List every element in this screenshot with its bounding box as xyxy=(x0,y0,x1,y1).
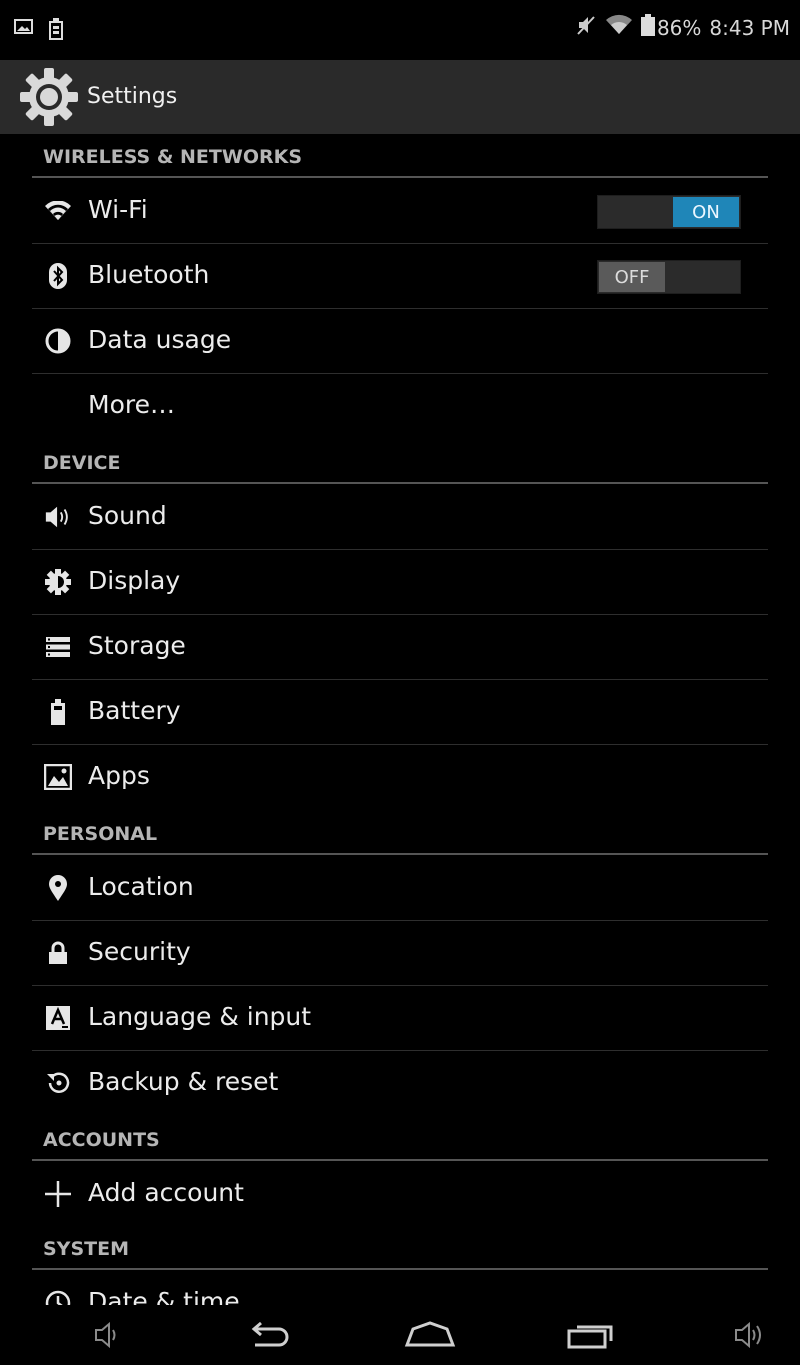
lock-icon xyxy=(44,939,72,967)
navigation-bar xyxy=(0,1305,800,1365)
settings-item-apps[interactable]: Apps xyxy=(32,744,768,809)
battery-status-icon xyxy=(640,14,655,41)
settings-item-label: Battery xyxy=(88,696,181,725)
settings-item-display[interactable]: Display xyxy=(32,549,768,615)
settings-item-security[interactable]: Security xyxy=(32,920,768,986)
mute-icon xyxy=(575,14,597,41)
settings-item-label: Security xyxy=(88,937,191,966)
apps-icon xyxy=(44,763,72,791)
settings-item-label: Location xyxy=(88,872,194,901)
settings-item-battery[interactable]: Battery xyxy=(32,679,768,745)
section-header-system: SYSTEM xyxy=(32,1226,768,1270)
settings-item-add-account[interactable]: Add account xyxy=(32,1161,768,1226)
recent-apps-icon[interactable] xyxy=(565,1315,617,1359)
settings-item-label: Sound xyxy=(88,501,167,530)
settings-item-label: Wi-Fi xyxy=(88,195,148,224)
section-header-personal: PERSONAL xyxy=(32,811,768,855)
plus-icon xyxy=(44,1180,72,1208)
settings-list[interactable]: WIRELESS & NETWORKS Wi-Fi ON Bluetooth O… xyxy=(0,134,800,1305)
settings-item-wifi[interactable]: Wi-Fi ON xyxy=(32,178,768,244)
usb-storage-notification-icon xyxy=(48,18,64,44)
bluetooth-icon xyxy=(44,262,72,290)
language-icon xyxy=(44,1004,72,1032)
battery-icon xyxy=(44,698,72,726)
section-header-accounts: ACCOUNTS xyxy=(32,1117,768,1161)
settings-item-label: Apps xyxy=(88,761,150,790)
status-bar: 86% 8:43 PM xyxy=(0,0,800,60)
settings-item-sound[interactable]: Sound xyxy=(32,484,768,550)
settings-item-label: More… xyxy=(88,390,175,419)
settings-item-backup-reset[interactable]: Backup & reset xyxy=(32,1050,768,1115)
gallery-notification-icon xyxy=(14,18,34,44)
section-header-wireless: WIRELESS & NETWORKS xyxy=(32,134,768,178)
speaker-icon xyxy=(44,503,72,531)
clock-icon xyxy=(44,1289,72,1305)
backup-icon xyxy=(44,1069,72,1097)
settings-item-label: Date & time xyxy=(88,1287,240,1305)
brightness-icon xyxy=(44,568,72,596)
settings-item-label: Language & input xyxy=(88,1002,312,1031)
location-pin-icon xyxy=(44,874,72,902)
settings-item-label: Data usage xyxy=(88,325,232,354)
settings-item-location[interactable]: Location xyxy=(32,855,768,921)
wifi-icon xyxy=(44,197,72,225)
toggle-state: OFF xyxy=(599,262,665,292)
wifi-toggle[interactable]: ON xyxy=(597,195,741,229)
volume-up-icon[interactable] xyxy=(732,1315,768,1359)
settings-item-label: Backup & reset xyxy=(88,1067,279,1096)
clock: 8:43 PM xyxy=(709,15,790,40)
back-icon[interactable] xyxy=(245,1315,293,1359)
settings-item-label: Storage xyxy=(88,631,186,660)
data-usage-icon xyxy=(44,327,72,355)
settings-item-storage[interactable]: Storage xyxy=(32,614,768,680)
battery-percent: 86% xyxy=(656,15,702,40)
settings-item-data-usage[interactable]: Data usage xyxy=(32,308,768,374)
action-bar: Settings xyxy=(0,60,800,134)
volume-down-icon[interactable] xyxy=(92,1315,122,1359)
settings-item-more[interactable]: More… xyxy=(32,373,768,438)
wifi-signal-icon xyxy=(605,14,633,41)
page-title: Settings xyxy=(87,84,178,109)
section-header-device: DEVICE xyxy=(32,440,768,484)
settings-item-bluetooth[interactable]: Bluetooth OFF xyxy=(32,243,768,309)
settings-item-language-input[interactable]: Language & input xyxy=(32,985,768,1051)
settings-item-label: Bluetooth xyxy=(88,260,210,289)
storage-icon xyxy=(44,633,72,661)
settings-item-label: Display xyxy=(88,566,181,595)
bluetooth-toggle[interactable]: OFF xyxy=(597,260,741,294)
home-icon[interactable] xyxy=(404,1315,456,1359)
toggle-state: ON xyxy=(673,197,739,227)
settings-item-label: Add account xyxy=(88,1178,244,1207)
settings-item-date-time[interactable]: Date & time xyxy=(32,1270,768,1305)
gear-icon[interactable] xyxy=(20,67,78,131)
